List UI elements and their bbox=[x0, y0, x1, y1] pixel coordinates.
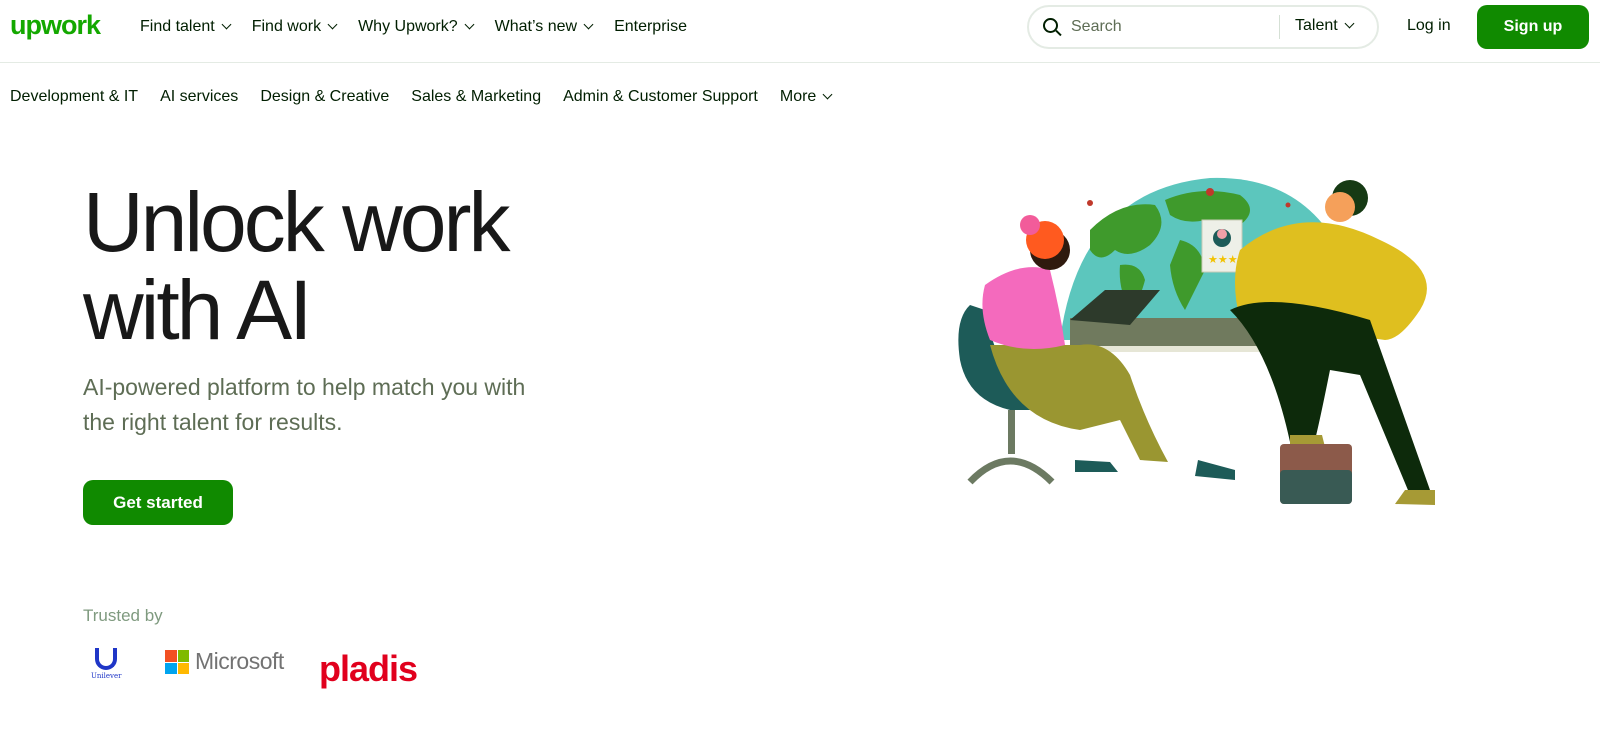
nav-enterprise[interactable]: Enterprise bbox=[614, 16, 687, 38]
hero-title: Unlock work with AI bbox=[83, 178, 683, 354]
category-more-label: More bbox=[779, 88, 817, 105]
map-pin bbox=[1087, 200, 1093, 206]
box-shadow bbox=[1280, 470, 1352, 504]
nav-label: Find work bbox=[251, 18, 322, 35]
category-development-it[interactable]: Development & IT bbox=[10, 88, 138, 106]
category-nav: Development & IT AI services Design & Cr… bbox=[10, 88, 853, 106]
nav-whats-new[interactable]: What’s new bbox=[494, 16, 594, 38]
search-bar: Talent bbox=[1027, 5, 1379, 49]
category-sales-marketing[interactable]: Sales & Marketing bbox=[411, 88, 541, 106]
nav-label: What’s new bbox=[494, 18, 578, 35]
chevron-down-icon bbox=[822, 89, 833, 100]
nav-label: Find talent bbox=[140, 18, 215, 35]
unilever-logo: Unilever bbox=[91, 648, 122, 680]
woman-torso bbox=[982, 267, 1065, 349]
hero-subtitle: AI-powered platform to help match you wi… bbox=[83, 374, 526, 435]
chevron-down-icon bbox=[464, 19, 475, 30]
search-icon[interactable] bbox=[1043, 18, 1062, 37]
pladis-logo: pladis bbox=[319, 648, 418, 689]
chair-post bbox=[1008, 410, 1015, 454]
nav-label: Why Upwork? bbox=[358, 18, 458, 35]
nav-find-talent[interactable]: Find talent bbox=[140, 16, 232, 38]
category-more[interactable]: More bbox=[779, 88, 833, 106]
microsoft-logo-icon bbox=[165, 650, 189, 674]
woman-shoe bbox=[1075, 460, 1118, 472]
category-ai-services[interactable]: AI services bbox=[160, 88, 238, 106]
search-scope-dropdown[interactable]: Talent bbox=[1295, 17, 1355, 35]
upwork-logo[interactable]: upwork bbox=[10, 10, 101, 41]
man-shoe bbox=[1395, 490, 1435, 505]
map-pin bbox=[1285, 202, 1291, 208]
map-pin bbox=[1206, 188, 1214, 196]
chevron-down-icon bbox=[1344, 18, 1355, 29]
profile-avatar-face bbox=[1217, 229, 1227, 239]
get-started-button[interactable]: Get started bbox=[83, 480, 233, 525]
category-design-creative[interactable]: Design & Creative bbox=[260, 88, 389, 106]
woman-shoe bbox=[1195, 460, 1235, 480]
top-nav-bar: upwork Find talent Find work Why Upwork?… bbox=[0, 0, 1600, 63]
signup-button[interactable]: Sign up bbox=[1477, 5, 1589, 49]
trusted-by-label: Trusted by bbox=[83, 606, 163, 625]
unilever-logo-text: Unilever bbox=[91, 672, 122, 680]
man-head bbox=[1325, 192, 1355, 222]
chevron-down-icon bbox=[583, 19, 594, 30]
hero-illustration: ★★★ bbox=[958, 177, 1435, 505]
category-admin-support[interactable]: Admin & Customer Support bbox=[563, 88, 758, 106]
main-nav: Find talent Find work Why Upwork? What’s… bbox=[140, 16, 709, 38]
hero-title-line2: with AI bbox=[83, 263, 312, 357]
hero-title-line1: Unlock work bbox=[83, 175, 510, 269]
microsoft-logo-text: Microsoft bbox=[195, 648, 284, 674]
search-input[interactable] bbox=[1071, 17, 1271, 37]
nav-label: Enterprise bbox=[614, 18, 687, 35]
chevron-down-icon bbox=[221, 19, 232, 30]
woman-hair-bun bbox=[1020, 215, 1040, 235]
chair-base bbox=[967, 457, 1055, 485]
search-scope-label: Talent bbox=[1295, 17, 1338, 34]
rating-stars: ★★★ bbox=[1208, 253, 1238, 266]
nav-why-upwork[interactable]: Why Upwork? bbox=[358, 16, 475, 38]
nav-find-work[interactable]: Find work bbox=[251, 16, 338, 38]
search-divider bbox=[1279, 15, 1280, 39]
chevron-down-icon bbox=[327, 19, 338, 30]
login-link[interactable]: Log in bbox=[1407, 17, 1451, 35]
